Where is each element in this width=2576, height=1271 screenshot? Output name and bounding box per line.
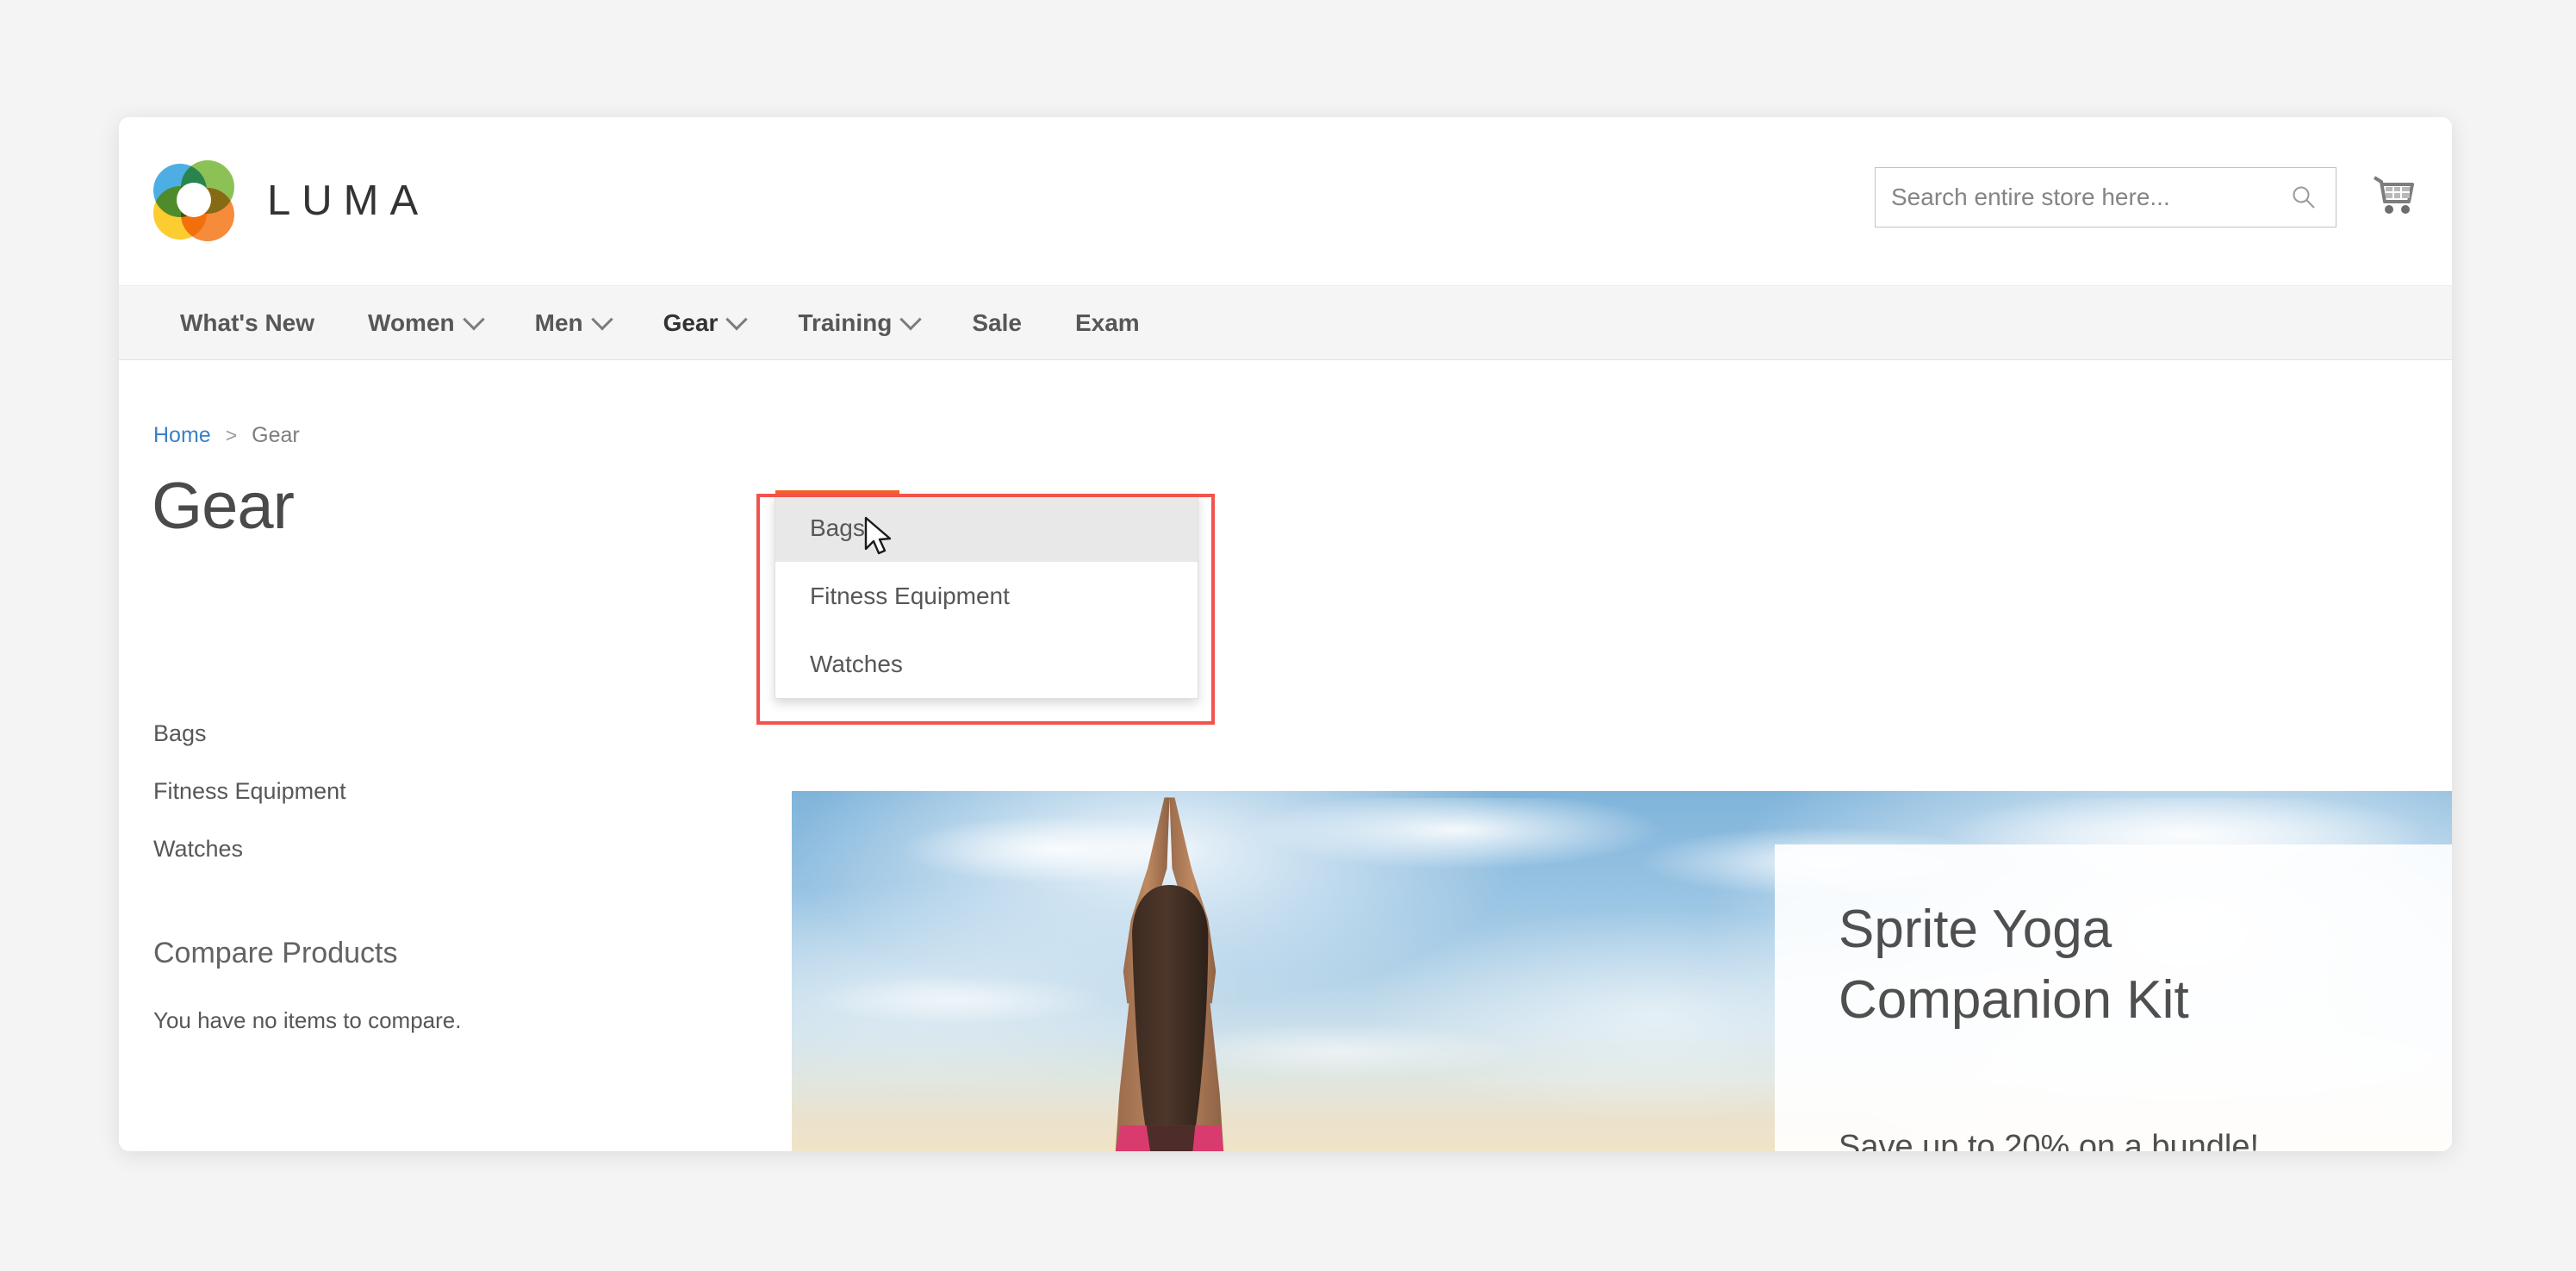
chevron-down-icon [725, 308, 749, 331]
category-sidebar: Bags Fitness Equipment Watches Compare P… [153, 720, 601, 1034]
store-page-card: LUMA What's New Women [119, 117, 2452, 1151]
nav-item-whats-new[interactable]: What's New [153, 286, 341, 360]
nav-item-training[interactable]: Training [771, 286, 945, 360]
nav-item-exam[interactable]: Exam [1048, 286, 1167, 360]
nav-item-label: Exam [1074, 309, 1140, 336]
page-title: Gear [152, 470, 295, 543]
breadcrumb-current: Gear [252, 423, 300, 447]
nav-item-gear[interactable]: Gear [637, 286, 772, 360]
brand-name: LUMA [267, 178, 430, 224]
sidebar-item-watches[interactable]: Watches [153, 836, 601, 863]
nav-item-label: Men [534, 309, 583, 336]
logo-center-hole [177, 183, 211, 217]
nav-item-sale[interactable]: Sale [945, 286, 1048, 360]
nav-item-list: What's New Women Men Gear Training Sale [153, 286, 1167, 360]
luma-rings-logo-icon [153, 160, 234, 241]
sidebar-item-fitness-equipment[interactable]: Fitness Equipment [153, 778, 601, 805]
site-header: LUMA [119, 117, 2452, 286]
search-icon[interactable] [2291, 184, 2317, 210]
search-input[interactable] [1891, 168, 2277, 227]
nav-item-label: Training [798, 309, 893, 336]
chevron-down-icon [462, 308, 485, 331]
gear-dropdown-menu: Bags Fitness Equipment Watches [775, 490, 1198, 699]
promo-subtitle: Save up to 20% on a bundle! [1839, 1129, 2260, 1151]
chevron-down-icon [899, 308, 923, 331]
promo-banner[interactable]: Sprite Yoga Companion Kit Save up to 20%… [792, 791, 2452, 1151]
shopping-cart-icon[interactable] [2369, 171, 2419, 221]
promo-text-panel: Sprite Yoga Companion Kit Save up to 20%… [1775, 844, 2452, 1151]
dropdown-item-watches[interactable]: Watches [775, 630, 1198, 698]
compare-products-heading: Compare Products [153, 937, 398, 969]
dropdown-item-fitness-equipment[interactable]: Fitness Equipment [775, 562, 1198, 630]
nav-item-label: Women [368, 309, 455, 336]
dropdown-item-bags[interactable]: Bags [775, 494, 1198, 562]
nav-item-women[interactable]: Women [341, 286, 508, 360]
chevron-down-icon [590, 308, 613, 331]
sidebar-item-bags[interactable]: Bags [153, 720, 601, 747]
promo-title: Sprite Yoga Companion Kit [1839, 900, 2189, 1030]
breadcrumb-separator: > [225, 424, 238, 446]
main-navigation: What's New Women Men Gear Training Sale [119, 286, 2452, 360]
nav-item-label: Sale [972, 309, 1022, 336]
nav-item-label: Gear [663, 309, 719, 336]
breadcrumb: Home > Gear [153, 423, 300, 448]
search-box[interactable] [1875, 167, 2336, 227]
nav-item-label: What's New [180, 309, 315, 336]
site-logo[interactable]: LUMA [153, 160, 429, 241]
breadcrumb-home-link[interactable]: Home [153, 423, 211, 448]
dropdown-accent-bar [775, 490, 899, 494]
nav-item-men[interactable]: Men [508, 286, 637, 360]
compare-products-empty-text: You have no items to compare. [153, 1007, 462, 1033]
yoga-figure-illustration [1115, 797, 1224, 1151]
